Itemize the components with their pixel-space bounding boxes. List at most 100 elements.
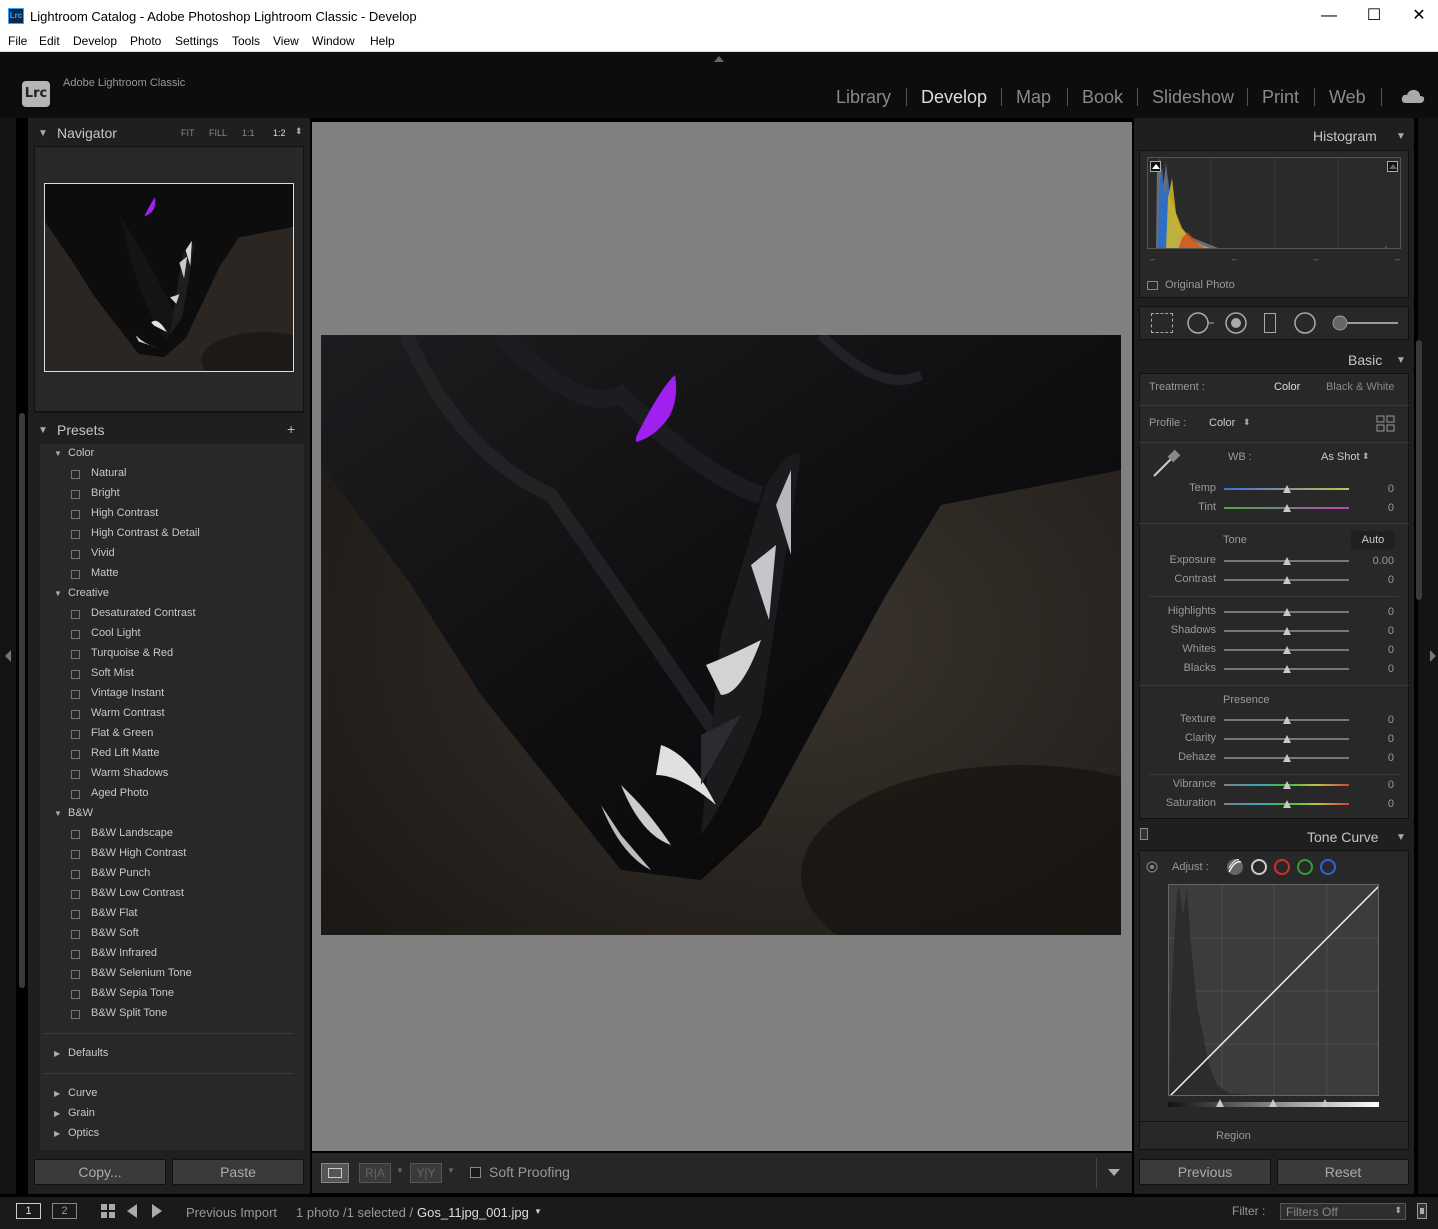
tone-curve-graph[interactable] (1168, 884, 1379, 1096)
menu-settings[interactable]: Settings (175, 34, 218, 48)
preset-item[interactable]: B&W High Contrast (91, 847, 186, 859)
spot-removal-icon[interactable] (1186, 311, 1216, 335)
preset-group-color[interactable]: Color (68, 447, 94, 459)
whites-slider-thumb[interactable] (1283, 646, 1291, 654)
radial-filter-icon[interactable] (1293, 311, 1317, 335)
dehaze-value[interactable]: 0 (1364, 752, 1394, 764)
red-eye-icon[interactable] (1224, 311, 1248, 335)
treatment-bw[interactable]: Black & White (1326, 381, 1394, 393)
right-scrollbar[interactable] (1416, 340, 1422, 600)
basic-title[interactable]: Basic (1348, 352, 1382, 368)
module-map[interactable]: Map (1016, 87, 1051, 108)
filename[interactable]: Gos_11jpg_001.jpg (417, 1205, 529, 1220)
preset-item[interactable]: B&W Selenium Tone (91, 967, 192, 979)
zoom-1-1[interactable]: 1:1 (242, 128, 255, 138)
shadows-slider-thumb[interactable] (1283, 627, 1291, 635)
profile-browser-icon[interactable] (1376, 415, 1396, 433)
previous-photo-icon[interactable] (127, 1204, 137, 1218)
whites-value[interactable]: 0 (1364, 644, 1394, 656)
histogram-title[interactable]: Histogram (1313, 128, 1377, 144)
left-panel-toggle-icon[interactable] (5, 650, 11, 662)
profile-dropdown-icon[interactable]: ⬍ (1243, 417, 1251, 428)
navigator-title[interactable]: Navigator (57, 125, 117, 141)
parametric-curve-icon[interactable] (1226, 858, 1244, 876)
highlights-slider-thumb[interactable] (1283, 608, 1291, 616)
shadows-value[interactable]: 0 (1364, 625, 1394, 637)
zoom-1-2[interactable]: 1:2 (273, 128, 286, 138)
preset-group-creative[interactable]: Creative (68, 587, 109, 599)
preset-item[interactable]: Bright (91, 487, 120, 499)
navigator-thumbnail[interactable] (44, 183, 294, 372)
swap-settings-icon[interactable]: Y|Y (410, 1163, 442, 1183)
point-curve-blue-icon[interactable] (1319, 858, 1337, 876)
preset-group-defaults[interactable]: Defaults (68, 1047, 108, 1059)
point-curve-red-icon[interactable] (1273, 858, 1291, 876)
preset-item[interactable]: Aged Photo (91, 787, 149, 799)
expand-triangle-icon[interactable]: ▶ (54, 1089, 60, 1098)
blacks-slider-thumb[interactable] (1283, 665, 1291, 673)
preset-item[interactable]: Vivid (91, 547, 115, 559)
copy-button[interactable]: Copy... (34, 1159, 166, 1185)
tint-value[interactable]: 0 (1364, 502, 1394, 514)
contrast-slider-thumb[interactable] (1283, 576, 1291, 584)
wb-select[interactable]: As Shot (1321, 451, 1360, 463)
collapse-triangle-icon[interactable]: ▼ (1396, 131, 1406, 142)
highlights-value[interactable]: 0 (1364, 606, 1394, 618)
module-slideshow[interactable]: Slideshow (1152, 87, 1234, 108)
menu-develop[interactable]: Develop (73, 34, 117, 48)
curve-split-thumb-shadows[interactable] (1216, 1099, 1224, 1107)
vibrance-value[interactable]: 0 (1364, 779, 1394, 791)
preset-item[interactable]: Natural (91, 467, 126, 479)
expand-triangle-icon[interactable]: ▶ (54, 1129, 60, 1138)
highlight-clipping-icon[interactable] (1387, 161, 1398, 172)
shadow-clipping-icon[interactable] (1150, 161, 1161, 172)
module-web[interactable]: Web (1329, 87, 1366, 108)
main-photo[interactable] (321, 335, 1121, 935)
preset-group-bw[interactable]: B&W (68, 807, 93, 819)
module-print[interactable]: Print (1262, 87, 1299, 108)
before-after-icon[interactable]: R|A (359, 1163, 391, 1183)
preset-item[interactable]: Vintage Instant (91, 687, 164, 699)
paste-button[interactable]: Paste (172, 1159, 304, 1185)
menu-edit[interactable]: Edit (39, 34, 60, 48)
zoom-stepper-icon[interactable]: ⬍ (295, 126, 303, 137)
add-preset-icon[interactable]: + (287, 421, 295, 437)
menu-help[interactable]: Help (370, 34, 395, 48)
treatment-color[interactable]: Color (1274, 381, 1300, 393)
tint-slider-thumb[interactable] (1283, 504, 1291, 512)
region-label[interactable]: Region (1216, 1130, 1251, 1142)
cloud-icon[interactable] (1401, 88, 1425, 104)
exposure-slider-thumb[interactable] (1283, 557, 1291, 565)
close-button[interactable]: ✕ (1396, 0, 1438, 31)
module-develop[interactable]: Develop (921, 87, 987, 108)
auto-button[interactable]: Auto (1351, 531, 1395, 549)
graduated-filter-icon[interactable] (1264, 313, 1276, 333)
next-photo-icon[interactable] (152, 1204, 162, 1218)
wb-eyedropper-icon[interactable] (1150, 448, 1182, 480)
zoom-fill[interactable]: FILL (209, 128, 227, 138)
loupe-view-icon[interactable] (321, 1163, 349, 1183)
zoom-fit[interactable]: FIT (181, 128, 195, 138)
collapse-triangle-icon[interactable]: ▼ (38, 425, 48, 436)
menu-window[interactable]: Window (312, 34, 355, 48)
preset-item[interactable]: Turquoise & Red (91, 647, 173, 659)
preset-group-optics[interactable]: Optics (68, 1127, 99, 1139)
preset-item[interactable]: B&W Split Tone (91, 1007, 167, 1019)
preset-item[interactable]: B&W Sepia Tone (91, 987, 174, 999)
previous-button[interactable]: Previous (1139, 1159, 1271, 1185)
menu-tools[interactable]: Tools (232, 34, 260, 48)
expand-triangle-icon[interactable]: ▼ (54, 809, 62, 818)
adjustment-brush-icon[interactable] (1330, 313, 1400, 333)
preset-item[interactable]: B&W Infrared (91, 947, 157, 959)
temp-value[interactable]: 0 (1364, 483, 1394, 495)
original-photo-checkbox[interactable] (1147, 281, 1158, 290)
secondary-window-button[interactable]: 2 (52, 1203, 77, 1219)
expand-triangle-icon[interactable]: ▼ (54, 589, 62, 598)
preset-item[interactable]: Warm Contrast (91, 707, 165, 719)
expand-triangle-icon[interactable]: ▼ (54, 449, 62, 458)
preset-item[interactable]: Warm Shadows (91, 767, 168, 779)
module-book[interactable]: Book (1082, 87, 1123, 108)
vibrance-slider-thumb[interactable] (1283, 781, 1291, 789)
collapse-triangle-icon[interactable]: ▼ (38, 128, 48, 139)
toolbar-menu-icon[interactable] (1108, 1169, 1120, 1176)
